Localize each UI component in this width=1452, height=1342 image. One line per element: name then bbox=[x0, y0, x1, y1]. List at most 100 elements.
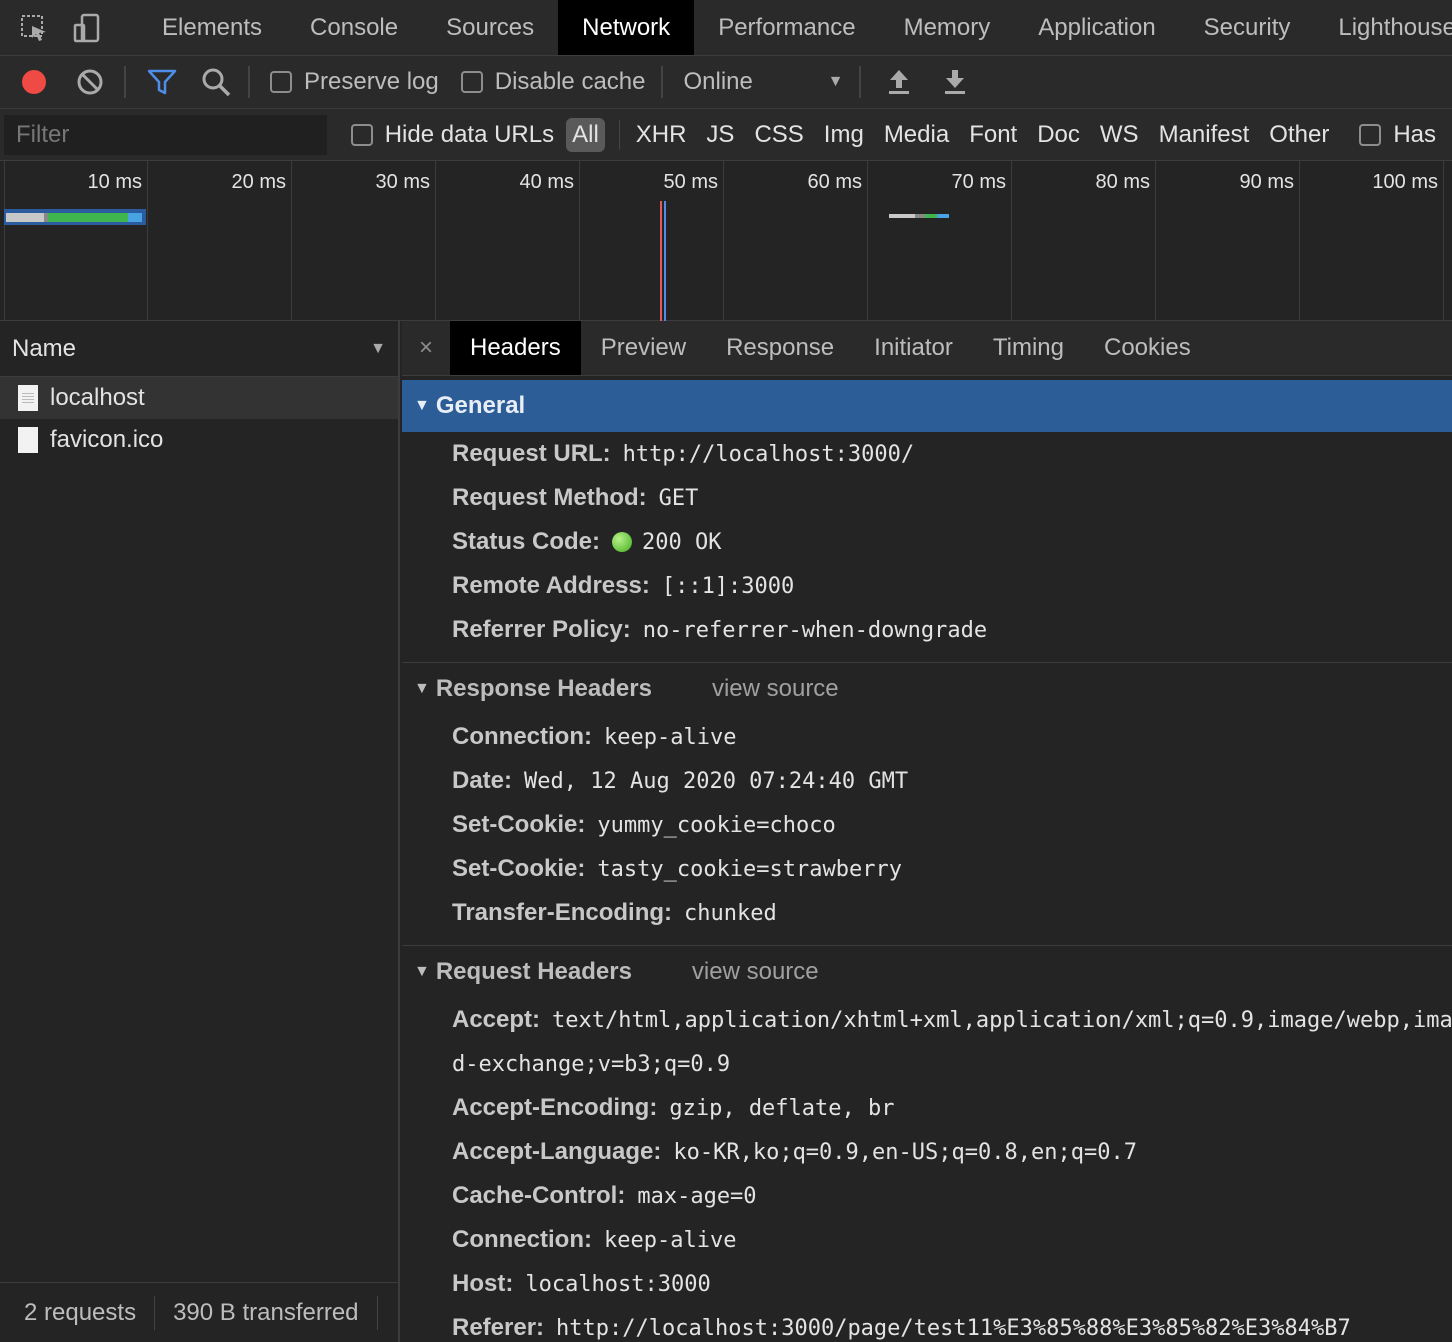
filter-type-css[interactable]: CSS bbox=[744, 121, 813, 149]
tab-console[interactable]: Console bbox=[286, 0, 422, 55]
transferred-size: 390 B transferred bbox=[173, 1298, 359, 1326]
grid-line bbox=[291, 161, 292, 321]
document-icon bbox=[18, 385, 38, 411]
filter-icon[interactable] bbox=[146, 66, 178, 98]
dom-content-loaded-line bbox=[660, 201, 662, 321]
response-headers-section-header[interactable]: ▼ Response Headers view source bbox=[402, 663, 1452, 715]
search-icon[interactable] bbox=[200, 66, 232, 98]
device-toolbar-icon[interactable] bbox=[72, 13, 102, 43]
header-key: Connection: bbox=[452, 1226, 592, 1253]
tab-initiator[interactable]: Initiator bbox=[854, 321, 973, 375]
header-row: Referrer Policy: no-referrer-when-downgra… bbox=[402, 608, 1452, 652]
header-value: http://localhost:3000/page/test11%E3%85%… bbox=[556, 1315, 1351, 1341]
summary-divider bbox=[376, 1295, 378, 1330]
general-section-header[interactable]: ▼ General bbox=[402, 380, 1452, 432]
tab-preview[interactable]: Preview bbox=[581, 321, 706, 375]
disable-cache-checkbox[interactable]: Disable cache bbox=[460, 68, 645, 96]
tab-timing[interactable]: Timing bbox=[973, 321, 1084, 375]
grid-line bbox=[1011, 161, 1012, 321]
filter-type-manifest[interactable]: Manifest bbox=[1149, 121, 1260, 149]
grid-line bbox=[723, 161, 724, 321]
tab-network[interactable]: Network bbox=[558, 0, 695, 55]
timeline-tick: 20 ms bbox=[231, 171, 286, 193]
header-key: Request Method: bbox=[452, 484, 647, 511]
tab-security[interactable]: Security bbox=[1180, 0, 1315, 55]
header-row: Connection: keep-alive bbox=[402, 715, 1452, 759]
clear-icon[interactable] bbox=[74, 66, 106, 98]
tab-headers[interactable]: Headers bbox=[450, 321, 581, 375]
checkbox-box[interactable] bbox=[350, 123, 373, 146]
filter-type-xhr[interactable]: XHR bbox=[626, 121, 697, 149]
throttling-select[interactable]: Online ▼ bbox=[683, 68, 843, 96]
header-row: Connection: keep-alive bbox=[402, 1218, 1452, 1262]
name-column-header[interactable]: Name ▼ bbox=[0, 321, 398, 377]
filter-type-font[interactable]: Font bbox=[959, 121, 1027, 149]
tab-cookies[interactable]: Cookies bbox=[1084, 321, 1211, 375]
sort-arrow-icon[interactable]: ▼ bbox=[370, 340, 386, 358]
timeline-tick: 50 ms bbox=[663, 171, 718, 193]
bar-waiting-segment bbox=[6, 212, 44, 222]
checkbox-box[interactable] bbox=[270, 71, 292, 93]
timeline-tick: 40 ms bbox=[519, 171, 574, 193]
header-key: Request URL: bbox=[452, 440, 611, 467]
tab-lighthouse[interactable]: Lighthouse bbox=[1314, 0, 1452, 55]
request-headers-section-header[interactable]: ▼ Request Headers view source bbox=[402, 946, 1452, 998]
tab-performance[interactable]: Performance bbox=[694, 0, 879, 55]
timeline-tick: 90 ms bbox=[1239, 171, 1294, 193]
grid-line bbox=[147, 161, 148, 321]
collapse-triangle-icon: ▼ bbox=[414, 397, 430, 414]
filter-type-doc[interactable]: Doc bbox=[1027, 121, 1090, 149]
header-value: tasty_cookie=strawberry bbox=[597, 856, 902, 882]
network-toolbar: Preserve log Disable cache Online ▼ bbox=[0, 56, 1452, 109]
record-icon[interactable] bbox=[18, 66, 50, 98]
request-row[interactable]: favicon.ico bbox=[0, 419, 398, 461]
collapse-triangle-icon: ▼ bbox=[414, 963, 430, 980]
toolbar-divider bbox=[618, 119, 620, 150]
summary-divider bbox=[154, 1295, 156, 1330]
timeline-tick: 30 ms bbox=[375, 171, 430, 193]
export-har-icon[interactable] bbox=[939, 66, 971, 98]
details-tab-bar: × Headers Preview Response Initiator Tim… bbox=[402, 321, 1452, 376]
header-row: Accept: text/html,application/xhtml+xml,a… bbox=[402, 998, 1452, 1042]
filter-type-js[interactable]: JS bbox=[696, 121, 744, 149]
grid-line bbox=[579, 161, 580, 321]
filter-type-ws[interactable]: WS bbox=[1090, 121, 1149, 149]
header-value: yummy_cookie=choco bbox=[597, 812, 836, 838]
network-overview[interactable]: 10 ms 20 ms 30 ms 40 ms 50 ms 60 ms 70 m… bbox=[0, 161, 1452, 321]
filter-input[interactable] bbox=[4, 114, 327, 155]
tab-response[interactable]: Response bbox=[706, 321, 854, 375]
header-key: Host: bbox=[452, 1270, 514, 1297]
filter-type-media[interactable]: Media bbox=[874, 121, 959, 149]
hide-data-urls-label: Hide data URLs bbox=[384, 120, 555, 148]
has-blocked-cookies-checkbox[interactable]: Has bbox=[1359, 121, 1436, 149]
tab-memory[interactable]: Memory bbox=[880, 0, 1015, 55]
header-row: Referer: http://localhost:3000/page/test1… bbox=[402, 1306, 1452, 1342]
view-source-link[interactable]: view source bbox=[712, 675, 839, 703]
checkbox-box[interactable] bbox=[460, 71, 483, 93]
tab-sources[interactable]: Sources bbox=[422, 0, 558, 55]
view-source-link[interactable]: view source bbox=[692, 958, 819, 986]
hide-data-urls-checkbox[interactable]: Hide data URLs bbox=[350, 120, 555, 149]
request-row[interactable]: localhost bbox=[0, 377, 398, 419]
close-icon[interactable]: × bbox=[402, 334, 450, 362]
filter-type-img[interactable]: Img bbox=[814, 121, 874, 149]
header-value: no-referrer-when-downgrade bbox=[642, 617, 988, 643]
tab-elements[interactable]: Elements bbox=[138, 0, 286, 55]
preserve-log-checkbox[interactable]: Preserve log bbox=[270, 68, 439, 96]
inspect-element-icon[interactable] bbox=[20, 13, 48, 43]
header-row: Status Code: 200 OK bbox=[402, 520, 1452, 564]
header-value: chunked bbox=[684, 900, 777, 926]
header-row: Set-Cookie: yummy_cookie=choco bbox=[402, 803, 1452, 847]
header-row: Accept-Encoding: gzip, deflate, br bbox=[402, 1086, 1452, 1130]
load-event-line bbox=[664, 201, 666, 321]
header-value: gzip, deflate, br bbox=[669, 1095, 895, 1121]
grid-line bbox=[867, 161, 868, 321]
tab-application[interactable]: Application bbox=[1014, 0, 1179, 55]
grid-line bbox=[435, 161, 436, 321]
header-key: Remote Address: bbox=[452, 572, 650, 599]
checkbox-box[interactable] bbox=[1359, 123, 1382, 146]
filter-type-other[interactable]: Other bbox=[1259, 121, 1339, 149]
import-har-icon[interactable] bbox=[883, 66, 915, 98]
filter-type-all[interactable]: All bbox=[566, 117, 605, 152]
header-row: Request URL: http://localhost:3000/ bbox=[402, 432, 1452, 476]
